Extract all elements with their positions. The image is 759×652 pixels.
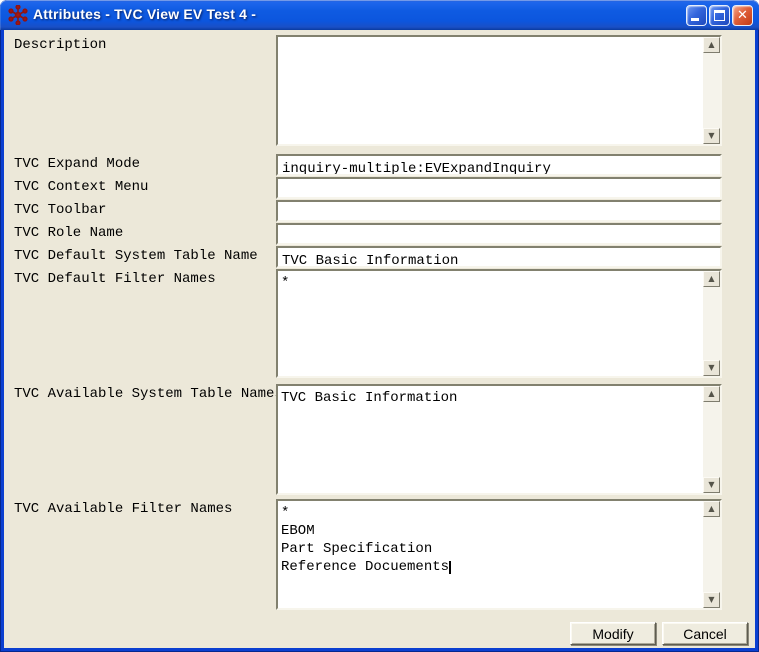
- tvc-default-system-table-name-input[interactable]: TVC Basic Information: [276, 246, 722, 268]
- field-label-tvc-toolbar: TVC Toolbar: [14, 203, 106, 217]
- scroll-up-button[interactable]: ▲: [703, 386, 720, 402]
- tvc-context-menu-input[interactable]: [276, 177, 722, 199]
- field-label-tvc-available-system-table-names: TVC Available System Table Names: [14, 387, 283, 401]
- scrollbar-track[interactable]: [703, 517, 720, 592]
- scroll-up-icon: ▲: [708, 390, 714, 398]
- scroll-down-icon: ▼: [708, 596, 714, 604]
- minimize-icon: [691, 18, 699, 21]
- scroll-down-icon: ▼: [708, 481, 714, 489]
- title-bar[interactable]: Attributes - TVC View EV Test 4 - ✕: [0, 0, 759, 30]
- scroll-down-icon: ▼: [708, 132, 714, 140]
- scroll-down-icon: ▼: [708, 364, 714, 372]
- modify-button[interactable]: Modify: [570, 622, 656, 645]
- vertical-scrollbar[interactable]: ▲ ▼: [703, 37, 720, 144]
- scroll-up-button[interactable]: ▲: [703, 501, 720, 517]
- scroll-down-button[interactable]: ▼: [703, 477, 720, 493]
- field-label-tvc-available-filter-names: TVC Available Filter Names: [14, 502, 232, 516]
- scrollbar-track[interactable]: [703, 402, 720, 477]
- scrollbar-track[interactable]: [703, 53, 720, 128]
- text-cursor: [449, 561, 451, 574]
- scroll-up-icon: ▲: [708, 275, 714, 283]
- scrollbar-track[interactable]: [703, 287, 720, 360]
- scroll-up-button[interactable]: ▲: [703, 271, 720, 287]
- field-label-description: Description: [14, 38, 106, 52]
- app-icon: [8, 5, 28, 25]
- dialog-client-area: Description ▲ ▼ TVC Expand Mode inquiry-…: [4, 30, 755, 648]
- attributes-dialog-window: Attributes - TVC View EV Test 4 - ✕ Desc…: [0, 0, 759, 652]
- scroll-up-icon: ▲: [708, 41, 714, 49]
- description-textarea[interactable]: ▲ ▼: [276, 35, 722, 146]
- cancel-button[interactable]: Cancel: [662, 622, 748, 645]
- field-label-tvc-default-filter-names: TVC Default Filter Names: [14, 272, 216, 286]
- minimize-button[interactable]: [686, 5, 707, 26]
- window-title: Attributes - TVC View EV Test 4 -: [33, 6, 256, 22]
- field-label-tvc-expand-mode: TVC Expand Mode: [14, 157, 140, 171]
- tvc-toolbar-input[interactable]: [276, 200, 722, 222]
- close-button[interactable]: ✕: [732, 5, 753, 26]
- vertical-scrollbar[interactable]: ▲ ▼: [703, 501, 720, 608]
- vertical-scrollbar[interactable]: ▲ ▼: [703, 271, 720, 376]
- vertical-scrollbar[interactable]: ▲ ▼: [703, 386, 720, 493]
- tvc-default-filter-names-textarea[interactable]: * ▲ ▼: [276, 269, 722, 378]
- field-label-tvc-role-name: TVC Role Name: [14, 226, 123, 240]
- tvc-available-filter-names-textarea[interactable]: * EBOM Part Specification Reference Docu…: [276, 499, 722, 610]
- scroll-down-button[interactable]: ▼: [703, 128, 720, 144]
- close-icon: ✕: [733, 6, 752, 25]
- scroll-up-button[interactable]: ▲: [703, 37, 720, 53]
- field-label-tvc-default-system-table-name: TVC Default System Table Name: [14, 249, 258, 263]
- field-label-tvc-context-menu: TVC Context Menu: [14, 180, 148, 194]
- tvc-available-system-table-names-textarea[interactable]: TVC Basic Information ▲ ▼: [276, 384, 722, 495]
- maximize-button[interactable]: [709, 5, 730, 26]
- scroll-up-icon: ▲: [708, 505, 714, 513]
- scroll-down-button[interactable]: ▼: [703, 592, 720, 608]
- maximize-icon: [714, 10, 725, 21]
- scroll-down-button[interactable]: ▼: [703, 360, 720, 376]
- tvc-role-name-input[interactable]: [276, 223, 722, 245]
- tvc-expand-mode-input[interactable]: inquiry-multiple:EVExpandInquiry: [276, 154, 722, 176]
